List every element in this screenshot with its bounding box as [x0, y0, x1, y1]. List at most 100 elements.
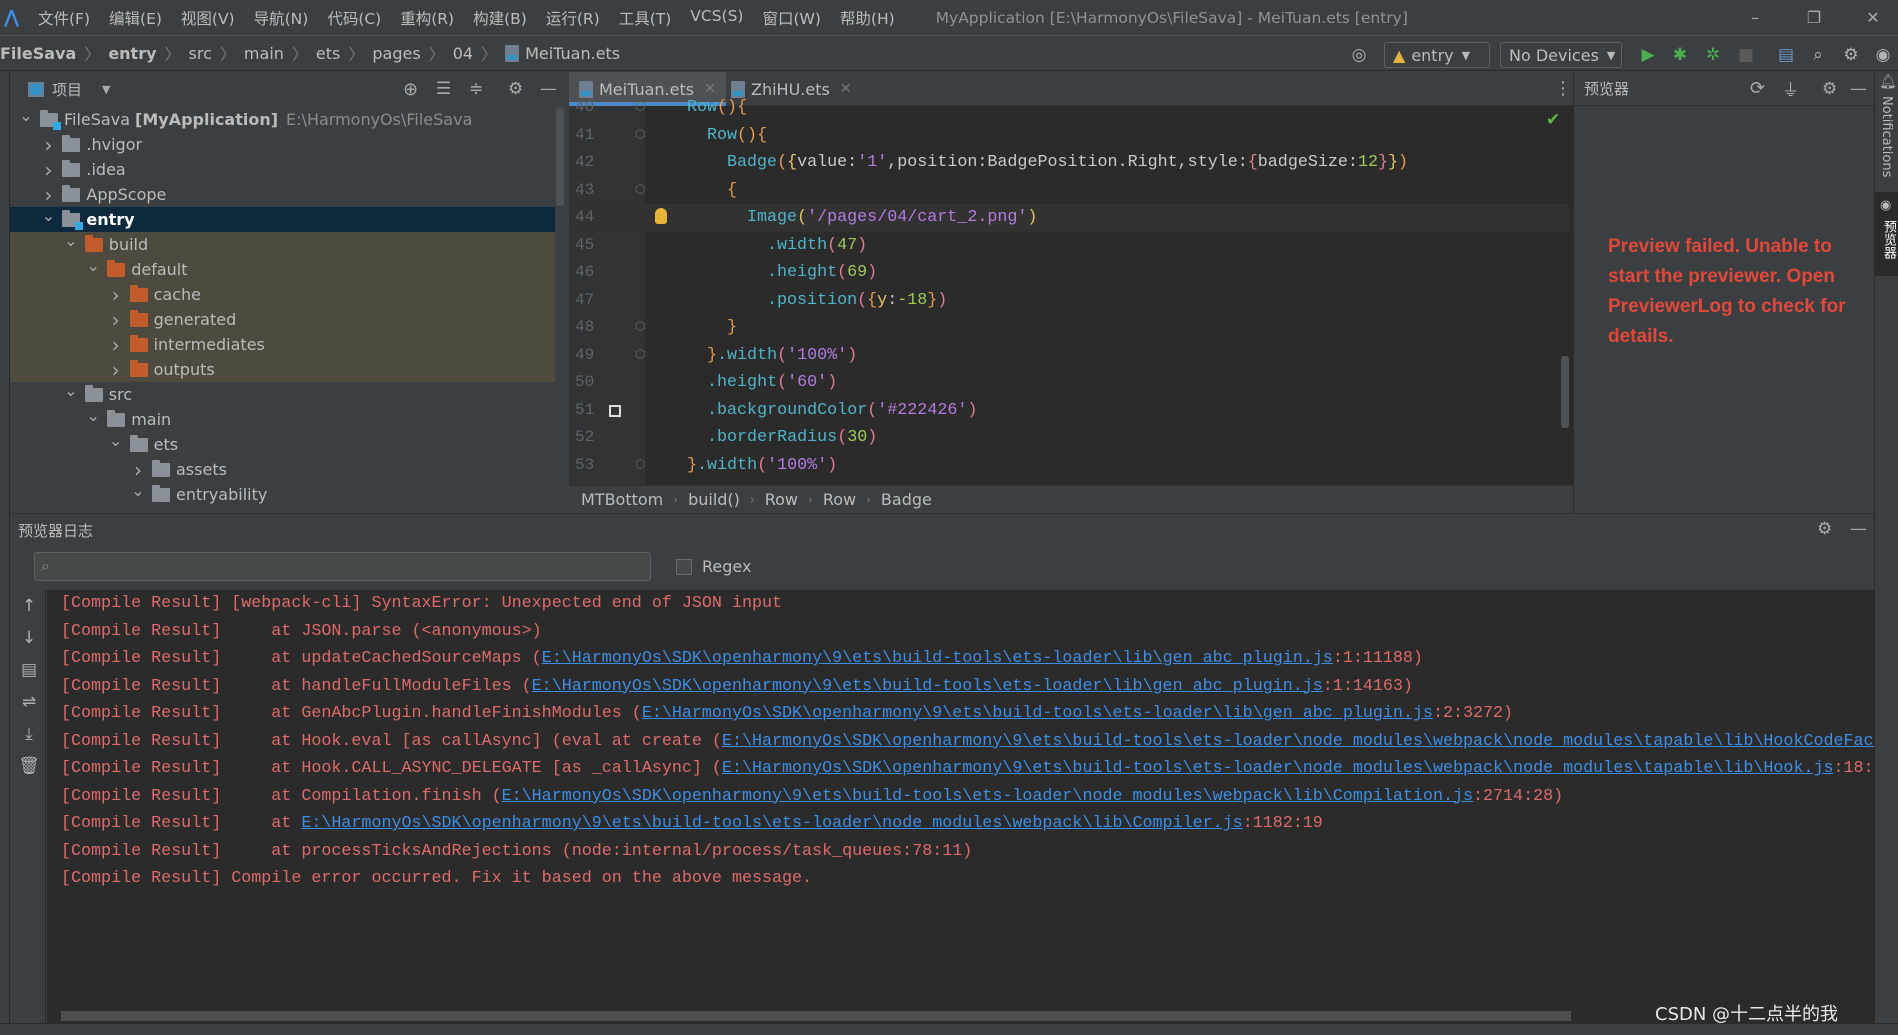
chevron-right-icon[interactable]: ›	[108, 333, 124, 357]
stop-icon[interactable]: ■	[1734, 43, 1758, 67]
chevron-down-icon[interactable]: ⌄	[18, 106, 34, 125]
chevron-right-icon[interactable]: ›	[40, 158, 56, 182]
breadcrumb-item[interactable]: entry	[108, 44, 156, 63]
log-file-link[interactable]: E:\HarmonyOs\SDK\openharmony\9\ets\build…	[532, 677, 1323, 696]
chevron-down-icon[interactable]: ⌄	[85, 406, 101, 425]
no-problems-check-icon[interactable]: ✔	[1546, 110, 1560, 130]
filter-icon[interactable]: ▤	[18, 660, 40, 680]
tree-item-build[interactable]: ⌄ build	[10, 231, 555, 257]
account-icon[interactable]: ◉	[1871, 43, 1895, 67]
menu-item[interactable]: 视图(V)	[181, 7, 235, 29]
tree-item-idea[interactable]: › .idea	[10, 157, 555, 182]
menu-item[interactable]: 工具(T)	[619, 7, 672, 29]
tree-item-src[interactable]: ⌄ src	[10, 381, 555, 407]
chevron-down-icon[interactable]: ⌄	[108, 431, 124, 450]
chevron-down-icon[interactable]: ⌄	[63, 381, 79, 400]
regex-option[interactable]: Regex	[676, 557, 751, 576]
menu-item[interactable]: 导航(N)	[254, 7, 309, 29]
fold-marker-icon[interactable]: ⬡	[635, 342, 645, 370]
chevron-down-icon[interactable]: ⌄	[130, 481, 146, 500]
log-file-link[interactable]: E:\HarmonyOs\SDK\openharmony\9\ets\build…	[301, 814, 1242, 833]
editor-breadcrumb-item[interactable]: build()	[688, 490, 740, 509]
fold-marker-icon[interactable]: ⬡	[635, 452, 645, 480]
chevron-right-icon[interactable]: ›	[40, 183, 56, 207]
fold-marker-icon[interactable]: ⬡	[635, 314, 645, 342]
chevron-right-icon[interactable]: ›	[108, 308, 124, 332]
notifications-bell-icon[interactable]: 🔔︎	[1879, 74, 1897, 90]
tree-scrollbar[interactable]	[556, 108, 564, 206]
chevron-down-icon[interactable]: ⌄	[40, 206, 56, 225]
breadcrumb-item[interactable]: ets	[316, 44, 340, 63]
device-dropdown[interactable]: No Devices ▼	[1500, 42, 1622, 68]
chevron-right-icon[interactable]: ›	[130, 458, 146, 482]
chevron-right-icon[interactable]: ›	[108, 283, 124, 307]
breadcrumb-item[interactable]: MeiTuan.ets	[525, 44, 620, 63]
menu-item[interactable]: 窗口(W)	[762, 7, 820, 29]
trash-icon[interactable]: 🗑︎	[18, 756, 40, 776]
menu-item[interactable]: 文件(F)	[38, 7, 90, 29]
fold-marker-icon[interactable]: ⬡	[635, 177, 645, 205]
minimize-button[interactable]: –	[1730, 0, 1780, 36]
code-line[interactable]: 53 ⬡}.width('100%')	[569, 452, 1569, 480]
soft-wrap-icon[interactable]: ⇌	[18, 692, 40, 712]
regex-checkbox[interactable]	[676, 558, 692, 575]
close-button[interactable]: ✕	[1848, 0, 1898, 36]
breadcrumb-item[interactable]: FileSava	[0, 44, 76, 63]
tree-item-main[interactable]: ⌄ main	[10, 406, 555, 432]
code-line[interactable]: 52 .borderRadius(30)	[569, 424, 1569, 452]
bookmark-icon[interactable]	[609, 404, 621, 417]
code-line[interactable]: 48 ⬡}	[569, 314, 1569, 342]
code-line[interactable]: 45 .width(47)	[569, 232, 1569, 260]
code-line[interactable]: 51 .backgroundColor('#222426')	[569, 397, 1569, 425]
log-search-input[interactable]: ⌕	[34, 552, 651, 581]
gear-icon[interactable]: ⚙	[508, 79, 523, 99]
code-line[interactable]: 50 .height('60')	[569, 369, 1569, 397]
chevron-down-icon[interactable]: ⌄	[63, 231, 79, 250]
breadcrumb-item[interactable]: pages	[372, 44, 420, 63]
menu-item[interactable]: 运行(R)	[546, 7, 600, 29]
code-line[interactable]: 41 ⬡ Row(){	[569, 122, 1569, 150]
tree-item-default[interactable]: ⌄ default	[10, 256, 555, 282]
tree-item-appscope[interactable]: › AppScope	[10, 182, 555, 207]
tree-item-hvigor[interactable]: › .hvigor	[10, 132, 555, 157]
attach-debugger-icon[interactable]: ✲	[1701, 43, 1725, 67]
device-manager-icon[interactable]: ▤	[1774, 43, 1798, 67]
menu-item[interactable]: 重构(R)	[400, 7, 454, 29]
debug-icon[interactable]: ✱	[1668, 43, 1692, 67]
breadcrumb-item[interactable]: 04	[453, 44, 473, 63]
expand-all-icon[interactable]: ☰	[436, 79, 451, 99]
hide-panel-icon[interactable]: —	[1850, 519, 1867, 539]
code-line[interactable]: 46 .height(69)	[569, 259, 1569, 287]
tree-item-intermediates[interactable]: › intermediates	[10, 332, 555, 357]
breadcrumb-item[interactable]: main	[244, 44, 284, 63]
editor-scrollbar[interactable]	[1561, 356, 1569, 428]
log-file-link[interactable]: E:\HarmonyOs\SDK\openharmony\9\ets\build…	[722, 732, 1874, 751]
tree-item-entryability[interactable]: ⌄ entryability	[10, 481, 555, 507]
menu-item[interactable]: 帮助(H)	[840, 7, 895, 29]
notifications-tab[interactable]: Notifications	[1879, 96, 1894, 177]
tree-item-ets[interactable]: ⌄ ets	[10, 431, 555, 457]
chevron-right-icon[interactable]: ›	[108, 358, 124, 382]
intention-bulb-icon[interactable]	[655, 208, 667, 224]
collapse-all-icon[interactable]: ≑	[469, 79, 483, 99]
tree-item-outputs[interactable]: › outputs	[10, 357, 555, 382]
tree-item-cache[interactable]: › cache	[10, 282, 555, 307]
menu-item[interactable]: 代码(C)	[327, 7, 381, 29]
fold-marker-icon[interactable]: ⬡	[635, 94, 645, 122]
hide-panel-icon[interactable]: —	[540, 79, 557, 99]
code-line[interactable]: 49 ⬡}.width('100%')	[569, 342, 1569, 370]
project-title[interactable]: 项目	[52, 79, 82, 100]
code-line[interactable]: 42 Badge({value:'1',position:BadgePositio…	[569, 149, 1569, 177]
search-icon[interactable]: ⌕	[1806, 43, 1830, 67]
log-search-field[interactable]	[63, 555, 643, 578]
tree-item-assets[interactable]: › assets	[10, 457, 555, 482]
menu-item[interactable]: 构建(B)	[473, 7, 527, 29]
chevron-down-icon[interactable]: ▼	[102, 83, 110, 96]
log-horizontal-scrollbar[interactable]	[61, 1011, 1571, 1021]
editor-breadcrumb-item[interactable]: Badge	[881, 490, 932, 509]
log-file-link[interactable]: E:\HarmonyOs\SDK\openharmony\9\ets\build…	[722, 759, 1834, 778]
tree-item-generated[interactable]: › generated	[10, 307, 555, 332]
code-line[interactable]: 40 ⬡ Row(){	[569, 94, 1569, 122]
hide-panel-icon[interactable]: —	[1850, 79, 1867, 99]
locate-file-icon[interactable]: ⊕	[403, 79, 418, 100]
